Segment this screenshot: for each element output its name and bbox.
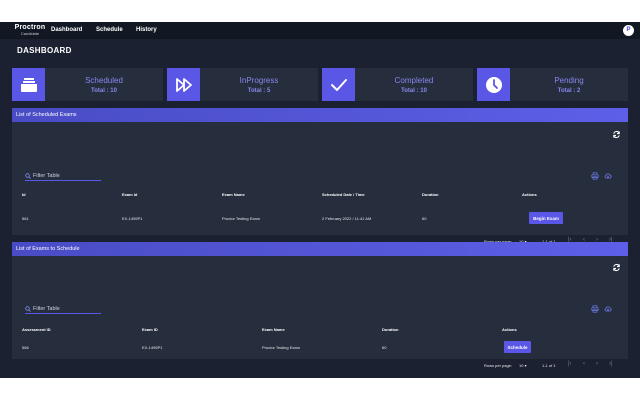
nav-history[interactable]: History bbox=[136, 27, 157, 33]
print-icon[interactable] bbox=[591, 305, 599, 313]
nav-dashboard[interactable]: Dashboard bbox=[51, 27, 82, 33]
top-nav: Proctron Candidate Dashboard Schedule Hi… bbox=[0, 22, 640, 39]
column-header[interactable]: Duration bbox=[422, 192, 438, 197]
column-header[interactable]: Scheduled Date / Time bbox=[322, 192, 365, 197]
rows-per-page-value: 10 bbox=[519, 363, 524, 368]
rows-per-page-select[interactable]: 10 ▾ bbox=[519, 363, 527, 368]
cell-exam-name: Proctor Testing Exam bbox=[262, 345, 300, 350]
refresh-icon[interactable] bbox=[612, 130, 621, 139]
nav-schedule[interactable]: Schedule bbox=[96, 27, 123, 33]
column-header[interactable]: Duration bbox=[382, 327, 398, 332]
page-range: 1-1 of 1 bbox=[542, 363, 556, 368]
search-icon bbox=[25, 306, 31, 312]
next-page-icon[interactable]: › bbox=[596, 361, 598, 367]
brand-name: Proctron bbox=[14, 24, 46, 31]
panel-title: List of Exams to Schedule bbox=[12, 242, 628, 256]
last-page-icon[interactable]: ›| bbox=[609, 361, 613, 367]
panel-title: List of Scheduled Exams bbox=[12, 108, 628, 122]
filter-input[interactable] bbox=[33, 172, 99, 180]
page-title: DASHBOARD bbox=[17, 46, 72, 55]
refresh-icon[interactable] bbox=[612, 263, 621, 272]
column-header: Actions bbox=[522, 192, 537, 197]
cloud-download-icon[interactable] bbox=[604, 305, 612, 313]
card-total: Total : 10 bbox=[401, 88, 427, 94]
card-total: Total : 10 bbox=[91, 88, 117, 94]
column-header[interactable]: Assessment ID bbox=[22, 327, 51, 332]
column-header[interactable]: Exam ID bbox=[142, 327, 158, 332]
fast-forward-icon bbox=[167, 68, 200, 101]
user-avatar[interactable]: P bbox=[623, 25, 634, 36]
card-total: Total : 5 bbox=[247, 88, 271, 94]
begin-exam-button[interactable]: Begin Exam bbox=[529, 212, 563, 224]
first-page-icon[interactable]: |‹ bbox=[568, 361, 572, 367]
cell-exam-id: EX-1495P1 bbox=[142, 345, 163, 350]
card-scheduled: Scheduled Total : 10 bbox=[12, 68, 163, 101]
scheduled-exams-panel: List of Scheduled Exams Id Exam Id Exam … bbox=[12, 108, 628, 244]
cell-duration: 60 bbox=[422, 216, 427, 221]
cell-exam-name: Proctor Testing Exam bbox=[222, 216, 260, 221]
card-label: Scheduled bbox=[85, 76, 123, 85]
filter-field bbox=[25, 171, 101, 181]
print-icon[interactable] bbox=[591, 172, 599, 180]
card-pending: Pending Total : 2 bbox=[477, 68, 628, 101]
column-header: Actions bbox=[502, 327, 517, 332]
card-label: Pending bbox=[554, 76, 584, 85]
column-header[interactable]: Exam Name bbox=[222, 192, 245, 197]
cell-exam-id: EX-1495P1 bbox=[122, 216, 143, 221]
cell-assessment-id: 566 bbox=[22, 345, 29, 350]
cell-duration: 60 bbox=[382, 345, 387, 350]
checkmark-icon bbox=[322, 68, 355, 101]
filter-field bbox=[25, 304, 101, 314]
card-inprogress: InProgress Total : 5 bbox=[167, 68, 318, 101]
card-label: InProgress bbox=[239, 76, 279, 85]
card-completed: Completed Total : 10 bbox=[322, 68, 473, 101]
inbox-icon bbox=[12, 68, 45, 101]
cell-scheduled-datetime: 2 February 2022 / 11:41 AM bbox=[322, 216, 372, 221]
column-header[interactable]: Exam Id bbox=[122, 192, 137, 197]
card-label: Completed bbox=[394, 76, 434, 85]
column-header[interactable]: Id bbox=[22, 192, 26, 197]
prev-page-icon[interactable]: ‹ bbox=[583, 361, 585, 367]
filter-input[interactable] bbox=[33, 305, 99, 313]
clock-icon bbox=[477, 68, 510, 101]
exams-to-schedule-panel: List of Exams to Schedule Assessment ID … bbox=[12, 242, 628, 368]
rows-per-page-label: Rows per page: bbox=[484, 363, 513, 368]
schedule-button[interactable]: Schedule bbox=[504, 341, 531, 353]
brand-logo[interactable]: Proctron Candidate bbox=[13, 24, 47, 36]
cell-id: 561 bbox=[22, 216, 29, 221]
brand-subtitle: Candidate bbox=[20, 31, 40, 36]
app-window: Proctron Candidate Dashboard Schedule Hi… bbox=[0, 22, 640, 378]
card-total: Total : 2 bbox=[557, 88, 581, 94]
cloud-download-icon[interactable] bbox=[604, 172, 612, 180]
search-icon bbox=[25, 173, 31, 179]
column-header[interactable]: Exam Name bbox=[262, 327, 285, 332]
